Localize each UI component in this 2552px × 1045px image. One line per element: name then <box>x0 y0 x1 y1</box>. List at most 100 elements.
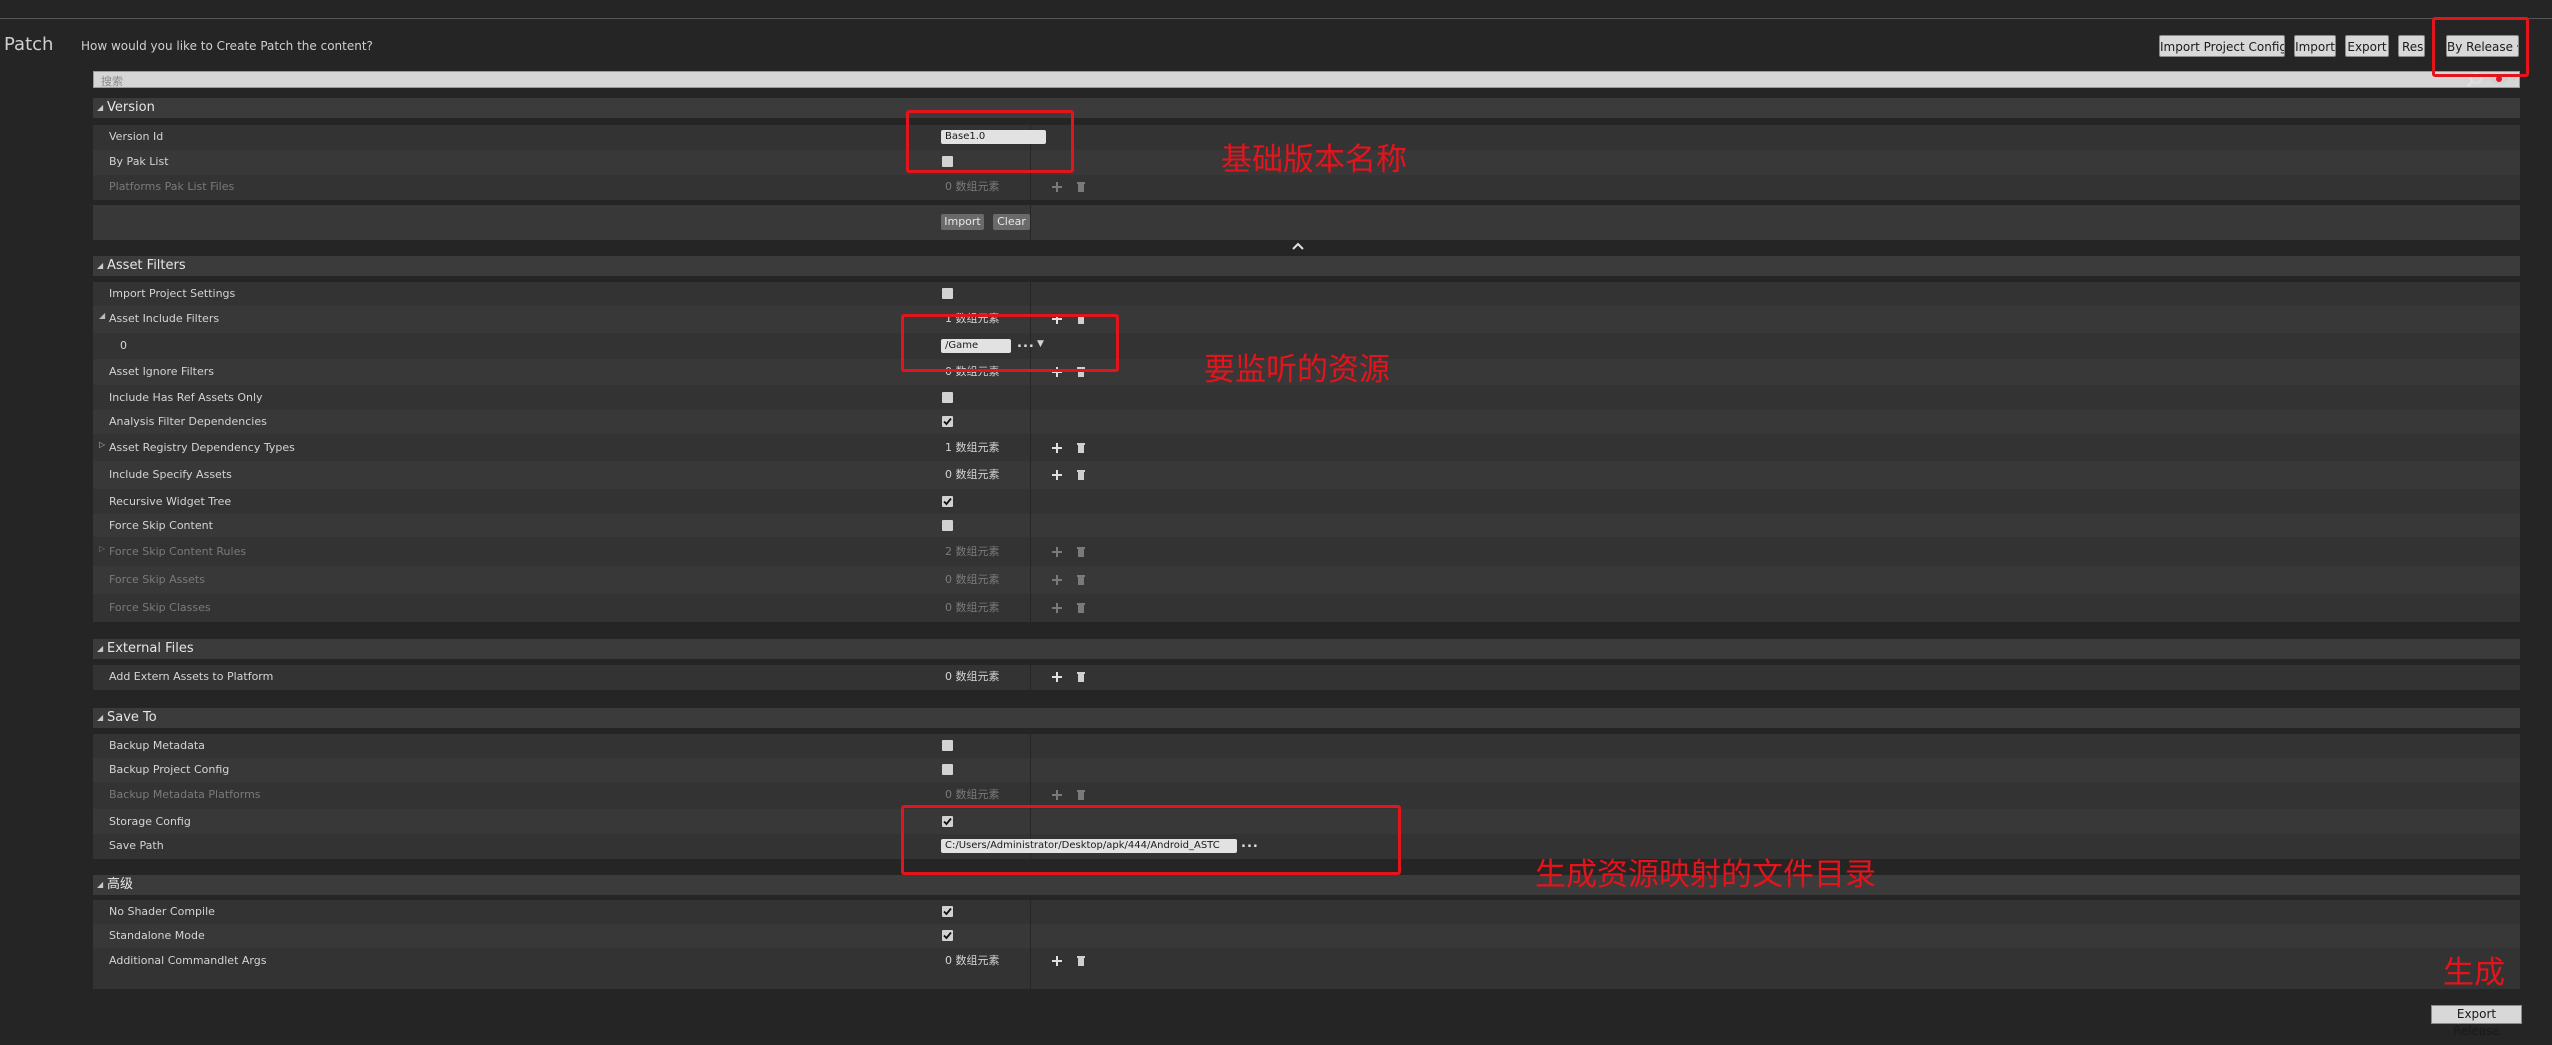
row-force-skip-rules: ▷ Force Skip Content Rules 2 数组元素 <box>93 537 2520 566</box>
category-title: Asset Filters <box>107 258 186 273</box>
property-label: Include Specify Assets <box>109 468 232 481</box>
property-label: Add Extern Assets to Platform <box>109 670 274 683</box>
array-count: 0 数组元素 <box>945 954 1000 967</box>
collapse-arrow-icon: ◢ <box>97 880 104 889</box>
row-additional-args: Additional Commandlet Args 0 数组元素 <box>93 948 2520 989</box>
export-button[interactable]: Export <box>2345 35 2389 57</box>
row-registry-types: ▷ Asset Registry Dependency Types 1 数组元素 <box>93 434 2520 461</box>
collapse-arrow-icon: ◢ <box>97 713 104 722</box>
import-pak-button[interactable]: Import <box>941 214 984 230</box>
reset-button[interactable]: Reset <box>2398 35 2425 57</box>
property-label: Asset Include Filters <box>109 312 220 325</box>
array-count: 0 数组元素 <box>945 788 1000 801</box>
trash-icon[interactable] <box>1076 181 1086 192</box>
property-label: Asset Ignore Filters <box>109 365 215 378</box>
trash-icon[interactable] <box>1076 442 1086 453</box>
array-count: 0 数组元素 <box>945 670 1000 683</box>
annotation-watch-assets: 要监听的资源 <box>1204 352 1390 388</box>
import-project-settings-checkbox[interactable] <box>942 288 953 299</box>
collapse-arrow-icon: ◢ <box>97 261 104 270</box>
trash-icon[interactable] <box>1076 469 1086 480</box>
add-element-icon[interactable] <box>1051 574 1063 586</box>
property-label: Additional Commandlet Args <box>109 954 267 967</box>
trash-icon[interactable] <box>1076 955 1086 966</box>
recursive-widget-checkbox[interactable] <box>942 496 953 507</box>
clear-button[interactable]: Clear <box>993 214 1030 230</box>
add-element-icon[interactable] <box>1051 789 1063 801</box>
annotation-box-version <box>906 110 1074 173</box>
tab-title: Patch <box>4 34 54 55</box>
trash-icon[interactable] <box>1076 671 1086 682</box>
backup-project-config-checkbox[interactable] <box>942 764 953 775</box>
no-shader-compile-checkbox[interactable] <box>942 906 953 917</box>
row-no-shader-compile: No Shader Compile <box>93 900 2520 924</box>
row-import-clear: Import Clear <box>93 205 2520 240</box>
expand-arrow-icon[interactable]: ▷ <box>99 440 105 449</box>
property-label: Recursive Widget Tree <box>109 495 232 508</box>
add-element-icon[interactable] <box>1051 671 1063 683</box>
property-label: Asset Registry Dependency Types <box>109 441 295 454</box>
property-label: Storage Config <box>109 815 191 828</box>
row-force-skip-content: Force Skip Content <box>93 514 2520 537</box>
property-label: Force Skip Assets <box>109 573 205 586</box>
collapse-up-icon[interactable] <box>1292 242 1304 250</box>
array-count: 1 数组元素 <box>945 441 1000 454</box>
row-import-project-settings: Import Project Settings <box>93 282 2520 306</box>
category-title: 高级 <box>107 877 134 892</box>
property-label: Standalone Mode <box>109 929 205 942</box>
force-skip-content-checkbox[interactable] <box>942 520 953 531</box>
search-placeholder: 搜索 <box>101 75 123 88</box>
row-force-skip-assets: Force Skip Assets 0 数组元素 <box>93 566 2520 594</box>
array-count: 0 数组元素 <box>945 601 1000 614</box>
property-label: By Pak List <box>109 155 169 168</box>
add-element-icon[interactable] <box>1051 469 1063 481</box>
analysis-filter-checkbox[interactable] <box>942 416 953 427</box>
trash-icon[interactable] <box>1076 546 1086 557</box>
category-save-to[interactable]: ◢ Save To <box>93 708 2520 728</box>
row-force-skip-classes: Force Skip Classes 0 数组元素 <box>93 594 2520 622</box>
category-version[interactable]: ◢ Version <box>93 98 2520 118</box>
annotation-generate: 生成 <box>2443 955 2505 991</box>
add-element-icon[interactable] <box>1051 442 1063 454</box>
collapse-arrow-icon: ◢ <box>97 103 104 112</box>
category-advanced[interactable]: ◢ 高级 <box>93 875 2520 895</box>
collapse-arrow-icon: ◢ <box>97 644 104 653</box>
annotation-box-by-release <box>2432 17 2529 77</box>
property-label: Include Has Ref Assets Only <box>109 391 263 404</box>
add-element-icon[interactable] <box>1051 602 1063 614</box>
category-external-files[interactable]: ◢ External Files <box>93 639 2520 659</box>
property-label: Save Path <box>109 839 164 852</box>
property-label: Version Id <box>109 130 164 143</box>
category-asset-filters[interactable]: ◢ Asset Filters <box>93 256 2520 276</box>
search-input[interactable]: 搜索 <box>93 71 2520 88</box>
property-label: Backup Metadata Platforms <box>109 788 261 801</box>
trash-icon[interactable] <box>1076 574 1086 585</box>
row-backup-project-config: Backup Project Config <box>93 758 2520 782</box>
backup-metadata-checkbox[interactable] <box>942 740 953 751</box>
export-release-button[interactable]: Export Release <box>2431 1005 2522 1038</box>
annotation-box-save <box>901 805 1401 875</box>
top-divider <box>0 18 2552 19</box>
trash-icon[interactable] <box>1076 602 1086 613</box>
property-label: Force Skip Classes <box>109 601 211 614</box>
trash-icon[interactable] <box>1076 789 1086 800</box>
expand-arrow-icon[interactable]: ◢ <box>99 311 105 320</box>
property-label: Import Project Settings <box>109 287 236 300</box>
annotation-box-include <box>901 314 1119 372</box>
import-button[interactable]: Import <box>2294 35 2336 57</box>
add-element-icon[interactable] <box>1051 546 1063 558</box>
property-label: Force Skip Content Rules <box>109 545 247 558</box>
property-label: Analysis Filter Dependencies <box>109 415 267 428</box>
expand-arrow-icon[interactable]: ▷ <box>99 544 105 553</box>
standalone-mode-checkbox[interactable] <box>942 930 953 941</box>
import-project-config-button[interactable]: Import Project Config <box>2159 35 2285 57</box>
create-patch-question: How would you like to Create Patch the c… <box>81 39 373 53</box>
add-element-icon[interactable] <box>1051 181 1063 193</box>
property-label: Platforms Pak List Files <box>109 180 235 193</box>
category-title: Version <box>107 100 155 115</box>
property-label: Backup Project Config <box>109 763 230 776</box>
include-has-ref-checkbox[interactable] <box>942 392 953 403</box>
category-title: External Files <box>107 641 194 656</box>
add-element-icon[interactable] <box>1051 955 1063 967</box>
property-label: Backup Metadata <box>109 739 205 752</box>
